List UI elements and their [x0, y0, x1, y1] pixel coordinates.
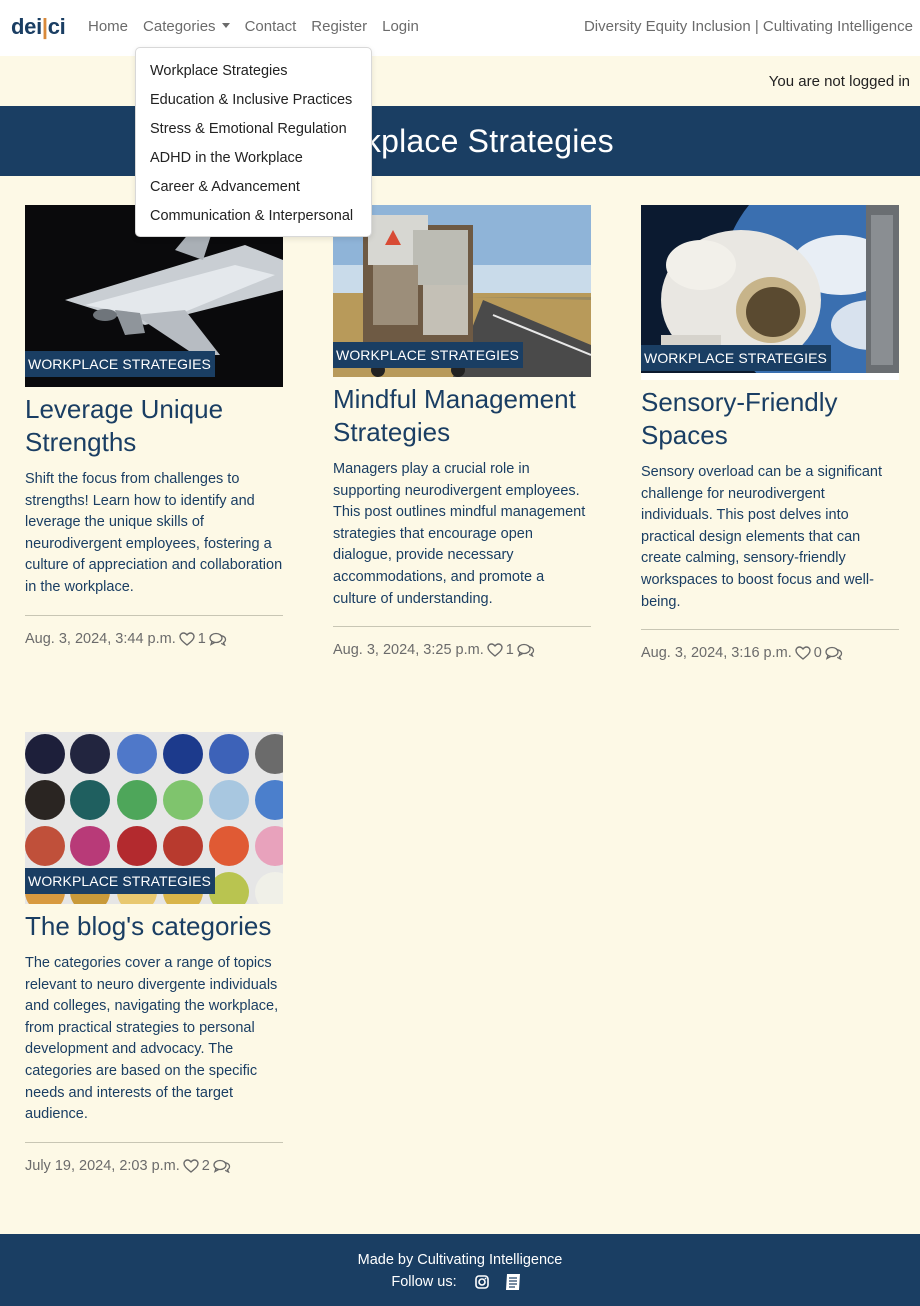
post-card[interactable]: WORKPLACE STRATEGIES Mindful Management …	[333, 205, 591, 658]
dropdown-item-stress[interactable]: Stress & Emotional Regulation	[136, 119, 371, 148]
nav-categories-label: Categories	[143, 18, 216, 35]
dropdown-item-education[interactable]: Education & Inclusive Practices	[136, 90, 371, 119]
nav-login[interactable]: Login	[382, 18, 419, 35]
post-date: Aug. 3, 2024, 3:25 p.m.	[333, 642, 484, 659]
category-badge[interactable]: WORKPLACE STRATEGIES	[641, 345, 831, 371]
post-image[interactable]: WORKPLACE STRATEGIES	[25, 732, 283, 904]
post-card[interactable]: WORKPLACE STRATEGIES Leverage Unique Str…	[25, 205, 283, 647]
post-date: Aug. 3, 2024, 3:44 p.m.	[25, 630, 176, 647]
comment-icon[interactable]	[825, 646, 843, 661]
instagram-icon[interactable]	[474, 1275, 489, 1289]
caret-down-icon	[221, 23, 230, 28]
blog-icon[interactable]	[505, 1273, 521, 1291]
like-count: 1	[197, 630, 206, 647]
like-count: 0	[813, 645, 822, 662]
footer: Made by Cultivating Intelligence Follow …	[0, 1234, 920, 1306]
dropdown-item-adhd[interactable]: ADHD in the Workplace	[136, 148, 371, 177]
post-meta: Aug. 3, 2024, 3:44 p.m. 1	[25, 631, 283, 647]
login-status: You are not logged in	[768, 73, 910, 90]
brand-right: ci	[47, 14, 66, 39]
post-excerpt: Managers play a crucial role in supporti…	[333, 461, 586, 607]
like-count: 1	[505, 642, 514, 659]
post-excerpt: Sensory overload can be a significant ch…	[641, 464, 883, 610]
heart-icon[interactable]	[487, 643, 503, 658]
category-badge[interactable]: WORKPLACE STRATEGIES	[333, 342, 523, 368]
post-title[interactable]: Mindful Management Strategies	[333, 383, 591, 449]
site-tagline: Diversity Equity Inclusion | Cultivating…	[583, 18, 913, 35]
dropdown-item-communication[interactable]: Communication & Interpersonal	[136, 206, 371, 235]
post-excerpt: The categories cover a range of topics r…	[25, 955, 279, 1123]
post-card[interactable]: WORKPLACE STRATEGIES The blog's categori…	[25, 732, 283, 1174]
like-count: 2	[201, 1157, 210, 1174]
nav-home[interactable]: Home	[88, 18, 128, 35]
card-divider	[333, 626, 591, 628]
footer-credit: Made by Cultivating Intelligence	[357, 1252, 563, 1268]
post-card[interactable]: WORKPLACE STRATEGIES Sensory-Friendly Sp…	[641, 205, 899, 661]
post-meta: Aug. 3, 2024, 3:25 p.m. 1	[333, 642, 591, 658]
heart-icon[interactable]	[179, 631, 195, 646]
post-date: Aug. 3, 2024, 3:16 p.m.	[641, 645, 792, 662]
footer-social: Follow us:	[0, 1273, 920, 1291]
card-divider	[25, 614, 283, 616]
post-excerpt: Shift the focus from challenges to stren…	[25, 471, 283, 595]
post-title[interactable]: Leverage Unique Strengths	[25, 393, 283, 459]
dropdown-item-career[interactable]: Career & Advancement	[136, 177, 371, 206]
category-badge[interactable]: WORKPLACE STRATEGIES	[25, 351, 215, 377]
brand-left: dei	[11, 14, 42, 39]
brand-logo[interactable]: dei|ci	[11, 14, 66, 40]
categories-dropdown: Workplace Strategies Education & Inclusi…	[135, 47, 372, 237]
nav-links: Home Categories Contact Register Login	[88, 18, 434, 35]
follow-label: Follow us:	[391, 1274, 457, 1290]
category-badge[interactable]: WORKPLACE STRATEGIES	[25, 868, 215, 894]
nav-register[interactable]: Register	[311, 18, 367, 35]
post-meta: Aug. 3, 2024, 3:16 p.m. 0	[641, 645, 899, 661]
post-meta: July 19, 2024, 2:03 p.m. 2	[25, 1158, 283, 1174]
nav-contact[interactable]: Contact	[245, 18, 297, 35]
comment-icon[interactable]	[517, 643, 535, 658]
post-image[interactable]: WORKPLACE STRATEGIES	[641, 205, 899, 380]
card-divider	[641, 629, 899, 631]
comment-icon[interactable]	[213, 1159, 231, 1173]
heart-icon[interactable]	[183, 1159, 199, 1173]
post-title[interactable]: Sensory-Friendly Spaces	[641, 386, 899, 452]
nav-categories[interactable]: Categories	[143, 18, 230, 35]
post-date: July 19, 2024, 2:03 p.m.	[25, 1157, 180, 1174]
comment-icon[interactable]	[209, 632, 227, 646]
card-divider	[25, 1141, 283, 1143]
dropdown-item-workplace-strategies[interactable]: Workplace Strategies	[136, 61, 371, 90]
heart-icon[interactable]	[795, 646, 811, 661]
post-title[interactable]: The blog's categories	[25, 910, 283, 943]
